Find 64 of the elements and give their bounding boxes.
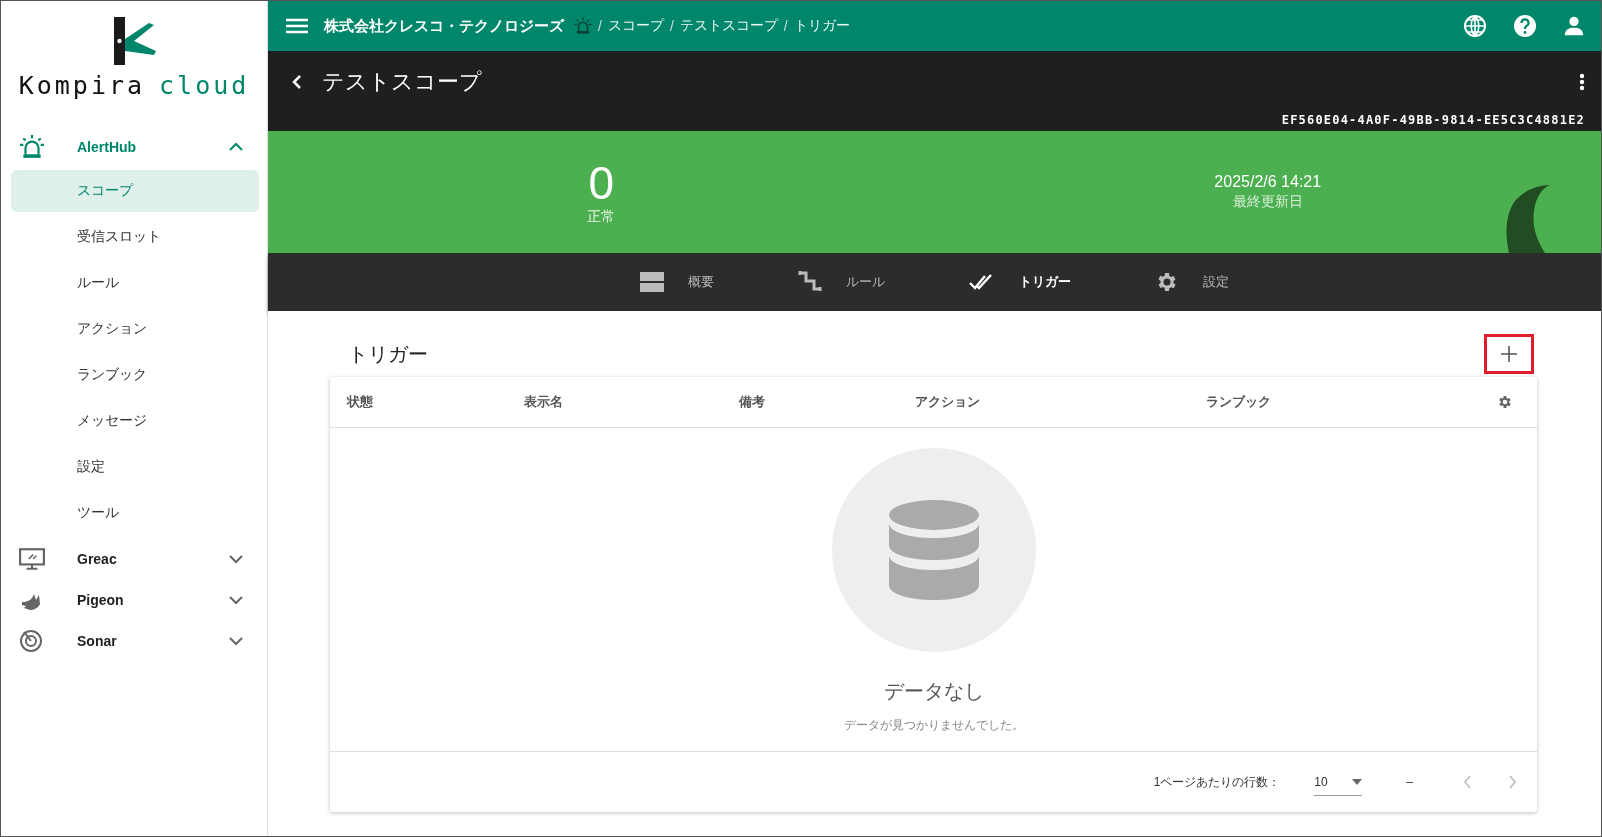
nav-item[interactable]: スコープ <box>11 170 259 212</box>
page-title: テストスコープ <box>322 68 483 96</box>
breadcrumb-link[interactable]: トリガー <box>793 17 850 35</box>
organization-name: 株式会社クレスコ・テクノロジーズ <box>324 16 564 36</box>
more-icon[interactable] <box>1579 73 1585 91</box>
alarm-light-icon <box>19 134 45 160</box>
rows-per-page-select[interactable]: 10 <box>1314 768 1363 796</box>
nav-group[interactable]: Greac <box>1 538 267 579</box>
breadcrumb-separator: / <box>669 18 674 34</box>
logo-text: Kompira <box>18 71 146 100</box>
nav-group[interactable]: Sonar <box>1 620 267 661</box>
column-header: 備考 <box>739 393 766 411</box>
chevron-down-icon <box>229 635 243 646</box>
add-button[interactable] <box>1484 334 1534 374</box>
nav-group[interactable]: AlertHub <box>1 124 267 170</box>
breadcrumb-separator: / <box>783 18 788 34</box>
nav-item[interactable]: メッセージ <box>11 400 259 442</box>
dropdown-arrow-icon <box>1352 778 1363 785</box>
monitor-icon <box>19 546 45 571</box>
chevron-up-icon <box>229 142 243 152</box>
chevron-down-icon <box>229 594 243 605</box>
rows-per-page-label: 1ページあたりの行数： <box>1153 773 1281 791</box>
tab[interactable]: 概要 <box>598 253 756 311</box>
double-check-icon <box>969 274 995 290</box>
updated-label: 最終更新日 <box>1232 193 1303 211</box>
status-label: 正常 <box>587 208 616 226</box>
back-icon[interactable] <box>292 74 302 90</box>
tab[interactable]: トリガー <box>927 253 1113 311</box>
nav-item[interactable]: 設定 <box>11 446 259 488</box>
nav-item[interactable]: ルール <box>11 262 259 304</box>
alarm-light-icon <box>574 17 592 35</box>
column-header: ランブック <box>1206 393 1272 411</box>
tab[interactable]: 設定 <box>1113 253 1271 311</box>
database-icon <box>887 499 980 601</box>
settings-icon[interactable] <box>1497 394 1513 410</box>
nav-item[interactable]: 受信スロット <box>11 216 259 258</box>
empty-title: データなし <box>883 679 984 704</box>
status-count: 0 <box>588 158 615 208</box>
plus-icon <box>1500 345 1518 363</box>
nav-group[interactable]: Pigeon <box>1 579 267 620</box>
help-icon[interactable] <box>1513 14 1537 38</box>
user-icon[interactable] <box>1563 15 1585 37</box>
radar-icon <box>19 628 43 653</box>
page-range: – <box>1406 775 1413 789</box>
nav-item[interactable]: アクション <box>11 308 259 350</box>
flow-icon <box>798 271 822 293</box>
breadcrumb-link[interactable]: テストスコープ <box>679 17 778 35</box>
column-header: 表示名 <box>524 393 564 411</box>
breadcrumb-separator: / <box>598 18 602 34</box>
menu-icon[interactable] <box>286 18 308 34</box>
rows-icon <box>640 272 664 292</box>
empty-message: データが見つかりませんでした。 <box>843 717 1024 734</box>
nav-item[interactable]: ツール <box>11 492 259 534</box>
globe-icon[interactable] <box>1463 14 1487 38</box>
logo-text: cloud <box>159 71 250 100</box>
chevron-down-icon <box>229 553 243 564</box>
column-header: アクション <box>915 393 981 411</box>
section-title: トリガー <box>348 341 428 367</box>
breadcrumb-link[interactable]: スコープ <box>607 17 664 35</box>
updated-date: 2025/2/6 14:21 <box>1214 173 1322 191</box>
column-header: 状態 <box>347 393 374 411</box>
scope-id: EF560E04-4A0F-49BB-9814-EE5C3C4881E2 <box>1281 113 1585 127</box>
nav-item[interactable]: ランブック <box>11 354 259 396</box>
tab[interactable]: ルール <box>756 253 927 311</box>
